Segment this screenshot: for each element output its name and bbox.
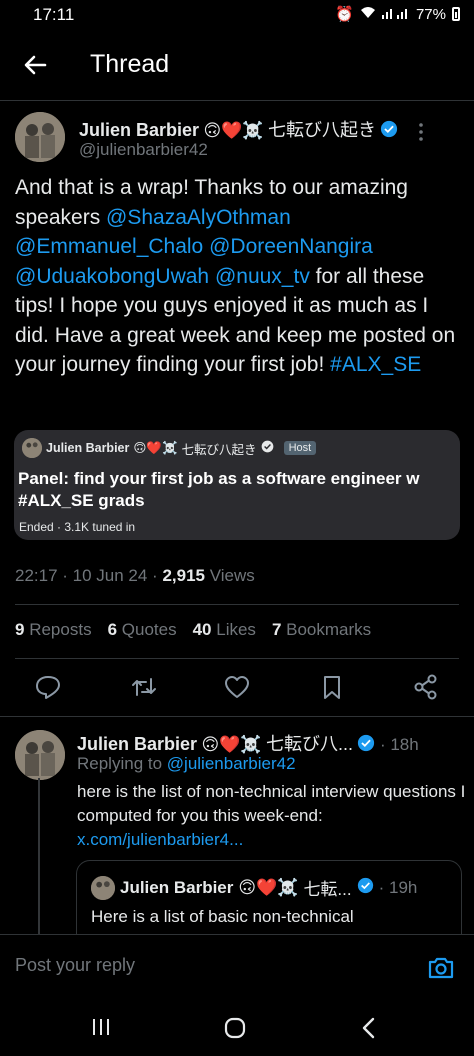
space-title: Panel: find your first job as a software… (18, 469, 420, 510)
status-time: 17:11 (33, 5, 75, 24)
mention-link[interactable]: @nuux_tv (215, 265, 310, 288)
reposts-count: 9 (15, 620, 25, 639)
status-icons: ⏰ 77% (335, 5, 460, 23)
host-badge: Host (283, 441, 317, 455)
battery-level: 77% (415, 5, 446, 23)
views-label: Views (204, 566, 255, 585)
replying-to-line: Replying to @julienbarbier42 (77, 754, 296, 774)
likes-stat[interactable]: 40 Likes (193, 620, 256, 640)
avatar[interactable] (15, 112, 65, 162)
tweet-timestamp: 22:17 · 10 Jun 24 · (15, 566, 163, 585)
space-host-suffix: 七転び八起き (181, 442, 257, 457)
status-bar: 17:11 ⏰ 77% (0, 0, 474, 30)
mention-link[interactable]: @DoreenNangira (209, 235, 373, 258)
reply-composer: Post your reply (0, 934, 474, 1003)
bookmark-icon[interactable] (318, 673, 346, 701)
quotes-stat[interactable]: 6 Quotes (108, 620, 177, 640)
replying-handle-link[interactable]: @julienbarbier42 (167, 754, 296, 773)
reply-icon[interactable] (34, 673, 62, 701)
quoted-text: Here is a list of basic non-technical (91, 907, 354, 926)
tweet-meta: 22:17 · 10 Jun 24 · 2,915 Views (15, 566, 255, 586)
space-meta: Ended · 3.1K tuned in (19, 520, 136, 534)
quoted-time: · 19h (378, 877, 418, 897)
author-emojis: 🙃❤️☠️ (203, 121, 264, 140)
bookmarks-count: 7 (271, 620, 282, 639)
stats-divider (15, 658, 459, 659)
system-nav-bar (0, 1002, 474, 1056)
home-icon[interactable] (223, 1016, 247, 1045)
reply-author-suffix: 七転び八... (266, 734, 354, 754)
mention-link[interactable]: @ShazaAlyOthman (106, 206, 291, 229)
like-heart-icon[interactable] (223, 673, 251, 701)
quoted-author-emojis: 🙃❤️☠️ (238, 877, 299, 897)
mention-link[interactable]: @Emmanuel_Chalo (15, 235, 203, 258)
views-count: 2,915 (162, 566, 205, 585)
verified-badge-icon (357, 877, 374, 899)
author-handle[interactable]: @julienbarbier42 (79, 140, 208, 160)
space-card[interactable]: Julien Barbier 🙃❤️☠️ 七転び八起き Host Panel: … (14, 430, 460, 540)
author-suffix: 七転び八起き (268, 120, 377, 140)
alarm-icon: ⏰ (335, 6, 354, 23)
page-title: Thread (90, 50, 170, 78)
reply-url-link[interactable]: x.com/julienbarbier4... (77, 830, 243, 849)
quotes-label: Quotes (121, 620, 177, 639)
mention-link[interactable]: @UduakobongUwah (15, 265, 209, 288)
signal-icon (381, 6, 410, 23)
space-host-avatar (22, 438, 42, 458)
thread-header: Thread (0, 30, 474, 100)
likes-count: 40 (192, 620, 212, 639)
verified-badge-icon (261, 440, 274, 456)
repost-icon[interactable] (130, 673, 158, 701)
verified-badge-icon (380, 120, 398, 143)
recent-apps-icon[interactable] (90, 1016, 112, 1043)
reply-time: · 18h (379, 735, 419, 754)
more-options-icon[interactable] (418, 122, 430, 144)
reply-text: here is the list of non-technical interv… (77, 780, 467, 852)
hashtag-link[interactable]: #ALX_SE (330, 353, 421, 376)
quoted-author-name: Julien Barbier (120, 877, 234, 897)
quoted-author-line: Julien Barbier 🙃❤️☠️ 七転... · 19h (91, 875, 417, 900)
reposts-stat[interactable]: 9 Reposts (15, 620, 92, 640)
action-bar (0, 668, 474, 708)
quotes-count: 6 (107, 620, 118, 639)
reposts-label: Reposts (29, 620, 92, 639)
actions-divider (0, 716, 474, 717)
bookmarks-stat[interactable]: 7 Bookmarks (272, 620, 371, 640)
meta-divider (15, 604, 459, 605)
thread-connector-line (38, 778, 40, 938)
space-host-name: Julien Barbier (46, 441, 130, 455)
replying-label: Replying to (77, 754, 167, 773)
verified-badge-icon (357, 734, 375, 757)
share-icon[interactable] (412, 673, 440, 701)
bookmarks-label: Bookmarks (286, 620, 372, 639)
header-divider (0, 100, 474, 101)
author-name[interactable]: Julien Barbier (79, 120, 199, 140)
reply-author-emojis: 🙃❤️☠️ (201, 735, 262, 754)
back-arrow-icon[interactable] (20, 50, 50, 80)
wifi-icon (360, 6, 376, 23)
space-host-line: Julien Barbier 🙃❤️☠️ 七転び八起き Host (22, 438, 317, 458)
battery-icon (452, 7, 460, 21)
quoted-avatar (91, 875, 115, 900)
likes-label: Likes (216, 620, 256, 639)
space-host-emojis: 🙃❤️☠️ (133, 441, 178, 455)
tweet-text: And that is a wrap! Thanks to our amazin… (15, 173, 465, 380)
back-nav-icon[interactable] (358, 1016, 380, 1045)
reply-input[interactable]: Post your reply (15, 955, 135, 976)
avatar[interactable] (15, 730, 65, 780)
quoted-author-suffix: 七転... (303, 880, 352, 899)
reply-author-name[interactable]: Julien Barbier (77, 734, 197, 754)
camera-icon[interactable] (426, 953, 456, 983)
stats-row: 9 Reposts 6 Quotes 40 Likes 7 Bookmarks (15, 620, 371, 640)
reply-body: here is the list of non-technical interv… (77, 782, 466, 825)
